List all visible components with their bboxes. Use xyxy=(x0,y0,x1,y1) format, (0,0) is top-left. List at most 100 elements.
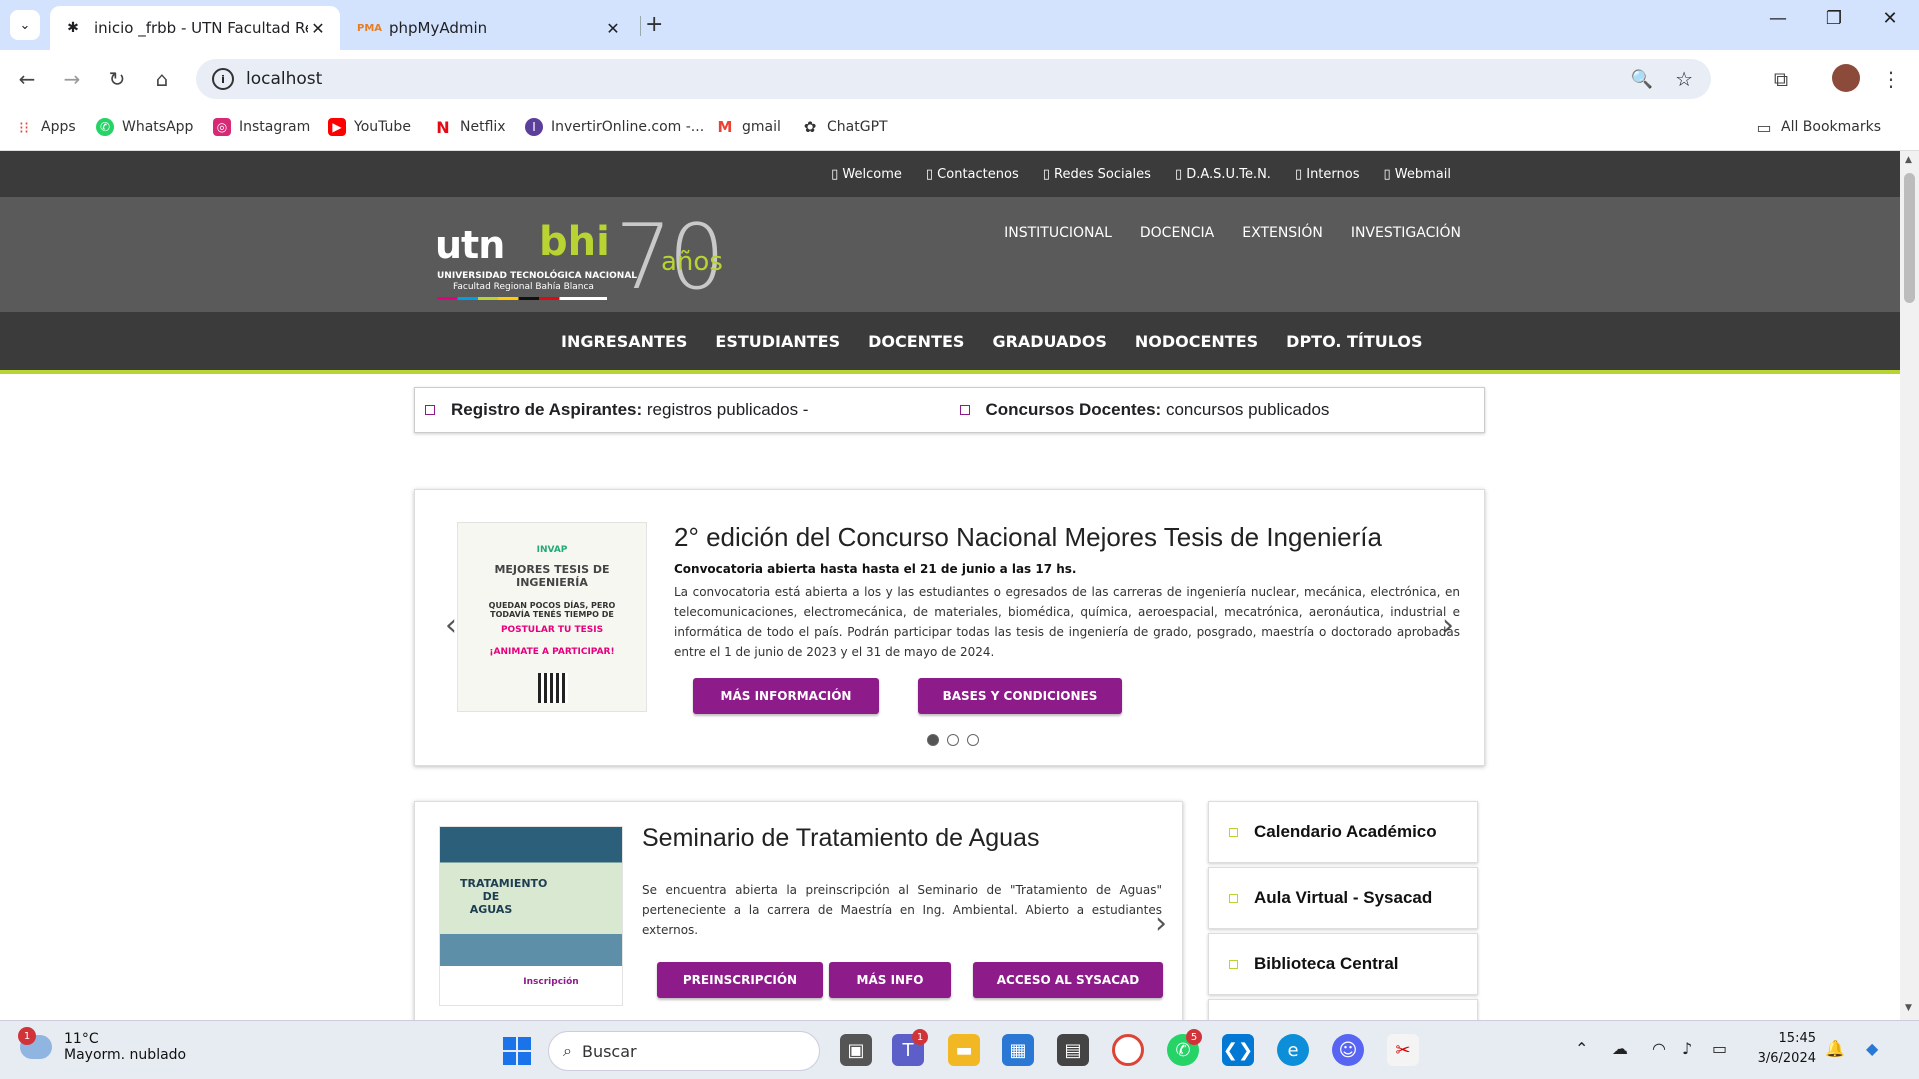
top-link-internos[interactable]: ▯ Internos xyxy=(1295,167,1360,182)
minimize-icon[interactable]: — xyxy=(1758,8,1798,29)
extensions-icon[interactable]: ⧉ xyxy=(1766,64,1796,94)
menu-institucional[interactable]: INSTITUCIONAL xyxy=(1004,225,1112,241)
sidebar-item-label: Calendario Académico xyxy=(1254,822,1437,841)
weather-condition: Mayorm. nublado xyxy=(64,1047,187,1063)
task-view-icon[interactable]: ▣ xyxy=(840,1034,872,1066)
tab-search-button[interactable]: ⌄ xyxy=(10,10,40,40)
restore-icon[interactable]: ❐ xyxy=(1814,8,1854,29)
nav-dpto-titulos[interactable]: DPTO. TÍTULOS xyxy=(1286,332,1422,351)
bases-condiciones-button[interactable]: BASES Y CONDICIONES xyxy=(918,678,1122,714)
nav-estudiantes[interactable]: ESTUDIANTES xyxy=(715,332,840,351)
square-bullet-icon xyxy=(1229,827,1238,837)
address-bar[interactable]: i localhost 🔍 ☆ xyxy=(196,59,1711,99)
info-concursos-docentes[interactable]: Concursos Docentes: concursos publicados xyxy=(950,400,1485,420)
logo-utn: utn xyxy=(435,223,505,267)
nav-docentes[interactable]: DOCENTES xyxy=(868,332,964,351)
back-arrow-icon[interactable]: ← xyxy=(12,64,42,94)
new-tab-button[interactable]: + xyxy=(645,12,663,37)
poster-org: INVAP xyxy=(536,545,568,555)
profile-avatar[interactable] xyxy=(1832,64,1860,92)
notification-bell-icon[interactable]: 🔔 xyxy=(1825,1039,1845,1058)
chrome-icon[interactable] xyxy=(1112,1034,1144,1066)
news-next-chevron-icon[interactable]: › xyxy=(1155,906,1167,941)
gmail-icon: M xyxy=(717,118,733,136)
sidebar-item-aula-virtual[interactable]: Aula Virtual - Sysacad xyxy=(1208,867,1478,929)
tray-chevron-up-icon[interactable]: ⌃ xyxy=(1575,1039,1588,1058)
snipping-tool-icon[interactable]: ✂ xyxy=(1387,1034,1419,1066)
onedrive-icon[interactable]: ☁ xyxy=(1612,1039,1628,1058)
all-bookmarks[interactable]: ▭ All Bookmarks xyxy=(1755,118,1881,137)
news-title: Seminario de Tratamiento de Aguas xyxy=(642,824,1040,852)
scrollbar-thumb[interactable] xyxy=(1904,173,1915,303)
calculator-icon[interactable]: ▤ xyxy=(1057,1034,1089,1066)
forward-arrow-icon[interactable]: → xyxy=(57,64,87,94)
wifi-icon[interactable]: ◠ xyxy=(1652,1039,1666,1058)
menu-investigacion[interactable]: INVESTIGACIÓN xyxy=(1351,225,1461,241)
system-clock[interactable]: 15:45 3/6/2024 xyxy=(1752,1029,1816,1069)
nav-nodocentes[interactable]: NODOCENTES xyxy=(1135,332,1258,351)
bookmark-whatsapp[interactable]: ✆ WhatsApp xyxy=(96,118,193,136)
square-bullet-icon xyxy=(425,405,435,415)
bookmark-instagram[interactable]: ◎ Instagram xyxy=(213,118,310,136)
file-explorer-icon[interactable]: ▬ xyxy=(948,1034,980,1066)
logo-bhi: bhi xyxy=(539,219,610,265)
tab-phpmyadmin[interactable]: PMA phpMyAdmin ✕ xyxy=(345,6,635,50)
mas-info-button[interactable]: MÁS INFO xyxy=(829,962,951,998)
menu-extension[interactable]: EXTENSIÓN xyxy=(1242,225,1323,241)
bookmark-chatgpt[interactable]: ✿ ChatGPT xyxy=(801,118,888,136)
vscode-icon[interactable]: ❮❯ xyxy=(1222,1034,1254,1066)
zoom-icon[interactable]: 🔍 xyxy=(1631,69,1653,90)
slider-dot-3[interactable] xyxy=(967,734,979,746)
slide-body: La convocatoria está abierta a los y las… xyxy=(674,585,1460,659)
volume-icon[interactable]: ♪ xyxy=(1682,1039,1692,1058)
bookmark-label: WhatsApp xyxy=(122,119,194,135)
close-tab-icon[interactable]: ✕ xyxy=(308,19,328,38)
sidebar-item-calendario[interactable]: Calendario Académico xyxy=(1208,801,1478,863)
reload-icon[interactable]: ↻ xyxy=(102,64,132,94)
nav-ingresantes[interactable]: INGRESANTES xyxy=(561,332,687,351)
scroll-down-icon[interactable]: ▼ xyxy=(1905,1003,1912,1013)
sidebar-item-next[interactable] xyxy=(1208,999,1478,1020)
top-link-dasuten[interactable]: ▯ D.A.S.U.Te.N. xyxy=(1175,167,1271,182)
slider-prev-chevron-icon[interactable]: ‹ xyxy=(445,608,457,643)
nav-graduados[interactable]: GRADUADOS xyxy=(992,332,1106,351)
utn-logo[interactable]: utn bhi 70 años UNIVERSIDAD TECNOLÓGICA … xyxy=(435,205,755,310)
discord-icon[interactable]: ☺ xyxy=(1332,1034,1364,1066)
info-registro-aspirantes[interactable]: Registro de Aspirantes: registros public… xyxy=(415,400,950,420)
top-link-welcome[interactable]: ▯ Welcome xyxy=(831,167,902,182)
top-link-redes-sociales[interactable]: ▯ Redes Sociales xyxy=(1043,167,1151,182)
taskbar-search[interactable]: ⌕ Buscar xyxy=(548,1031,820,1071)
bookmark-apps[interactable]: ⁝⁝ Apps xyxy=(15,118,76,137)
bookmark-netflix[interactable]: N Netflix xyxy=(434,118,505,137)
mas-informacion-button[interactable]: MÁS INFORMACIÓN xyxy=(693,678,879,714)
home-icon[interactable]: ⌂ xyxy=(147,64,177,94)
menu-docencia[interactable]: DOCENCIA xyxy=(1140,225,1214,241)
menu-kebab-icon[interactable]: ⋮ xyxy=(1876,64,1906,94)
bookmark-star-icon[interactable]: ☆ xyxy=(1675,67,1693,91)
bookmark-gmail[interactable]: M gmail xyxy=(716,118,781,136)
tab-utn[interactable]: ✱ inicio _frbb - UTN Facultad Regi ✕ xyxy=(50,6,340,50)
slider-dot-1[interactable] xyxy=(927,734,939,746)
edge-icon[interactable]: e xyxy=(1277,1034,1309,1066)
acceso-sysacad-button[interactable]: ACCESO AL SYSACAD xyxy=(973,962,1163,998)
bookmark-invertironline[interactable]: I InvertirOnline.com -... xyxy=(525,118,704,136)
slider-dot-2[interactable] xyxy=(947,734,959,746)
close-window-icon[interactable]: ✕ xyxy=(1870,8,1910,29)
chatgpt-icon: ✿ xyxy=(803,118,817,136)
seminario-poster-image: TRATAMIENTO DE AGUAS Inscripción xyxy=(439,826,623,1006)
bookmark-youtube[interactable]: ▶ YouTube xyxy=(328,118,411,136)
site-info-icon[interactable]: i xyxy=(212,68,234,90)
sidebar-item-biblioteca[interactable]: Biblioteca Central xyxy=(1208,933,1478,995)
teams-badge: 1 xyxy=(912,1029,928,1045)
close-tab-icon[interactable]: ✕ xyxy=(603,19,623,38)
page-scrollbar[interactable]: ▲ ▼ xyxy=(1900,151,1919,1020)
windows-start-icon[interactable] xyxy=(503,1037,531,1065)
weather-widget[interactable]: 1 11°C Mayorm. nublado xyxy=(18,1027,187,1063)
top-link-contactenos[interactable]: ▯ Contactenos xyxy=(926,167,1019,182)
top-link-webmail[interactable]: ▯ Webmail xyxy=(1384,167,1452,182)
copilot-icon[interactable]: ◆ xyxy=(1866,1039,1878,1058)
store-icon[interactable]: ▦ xyxy=(1002,1034,1034,1066)
battery-icon[interactable]: ▭ xyxy=(1712,1039,1727,1058)
scroll-up-icon[interactable]: ▲ xyxy=(1905,155,1912,165)
preinscripcion-button[interactable]: PREINSCRIPCIÓN xyxy=(657,962,823,998)
